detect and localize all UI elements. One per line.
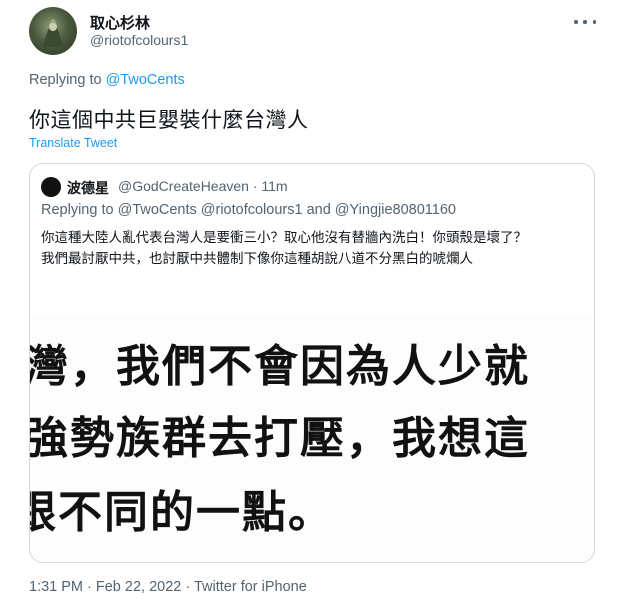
quoted-replying-to: Replying to @TwoCents @riotofcolours1 an… [41, 202, 456, 218]
translate-tweet-link[interactable]: Translate Tweet [29, 136, 117, 150]
quoted-text-line: 你這種大陸人亂代表台灣人是要衝三小？取心他沒有替牆內洗白！你頭殼是壞了？ [41, 230, 527, 246]
tweet-timestamp[interactable]: 1:31 PM · Feb 22, 2022 · Twitter for iPh… [29, 579, 307, 595]
more-icon[interactable] [574, 14, 596, 30]
author-name[interactable]: 取心杉林 [90, 12, 150, 33]
replying-mention-link[interactable]: @TwoCents [106, 72, 185, 88]
avatar-image [43, 19, 63, 47]
quoted-image[interactable]: 灣，我們不會因為人少就 強勢族群去打壓，我想這 跟不同的一點。 [30, 316, 594, 562]
quoted-author-name[interactable]: 波德星 [67, 178, 109, 198]
replying-to: Replying to @TwoCents [29, 72, 185, 88]
quoted-author-handle[interactable]: @GodCreateHeaven · 11m [118, 178, 288, 194]
tweet-text: 你這個中共巨嬰裝什麼台灣人 [29, 108, 309, 132]
avatar[interactable] [29, 7, 77, 55]
image-text-line: 灣，我們不會因為人少就 [30, 341, 530, 392]
quoted-tweet[interactable]: 波德星 @GodCreateHeaven · 11m Replying to @… [29, 163, 595, 563]
quoted-text-line: 我們最討厭中共，也討厭中共體制下像你這種胡說八道不分黑白的唬爛人 [41, 251, 473, 267]
author-handle[interactable]: @riotofcolours1 [90, 32, 188, 48]
image-text-line: 強勢族群去打壓，我想這 [30, 413, 530, 464]
replying-prefix: Replying to [29, 72, 102, 88]
image-text-line: 跟不同的一點。 [30, 487, 334, 538]
quoted-avatar[interactable] [41, 177, 61, 197]
